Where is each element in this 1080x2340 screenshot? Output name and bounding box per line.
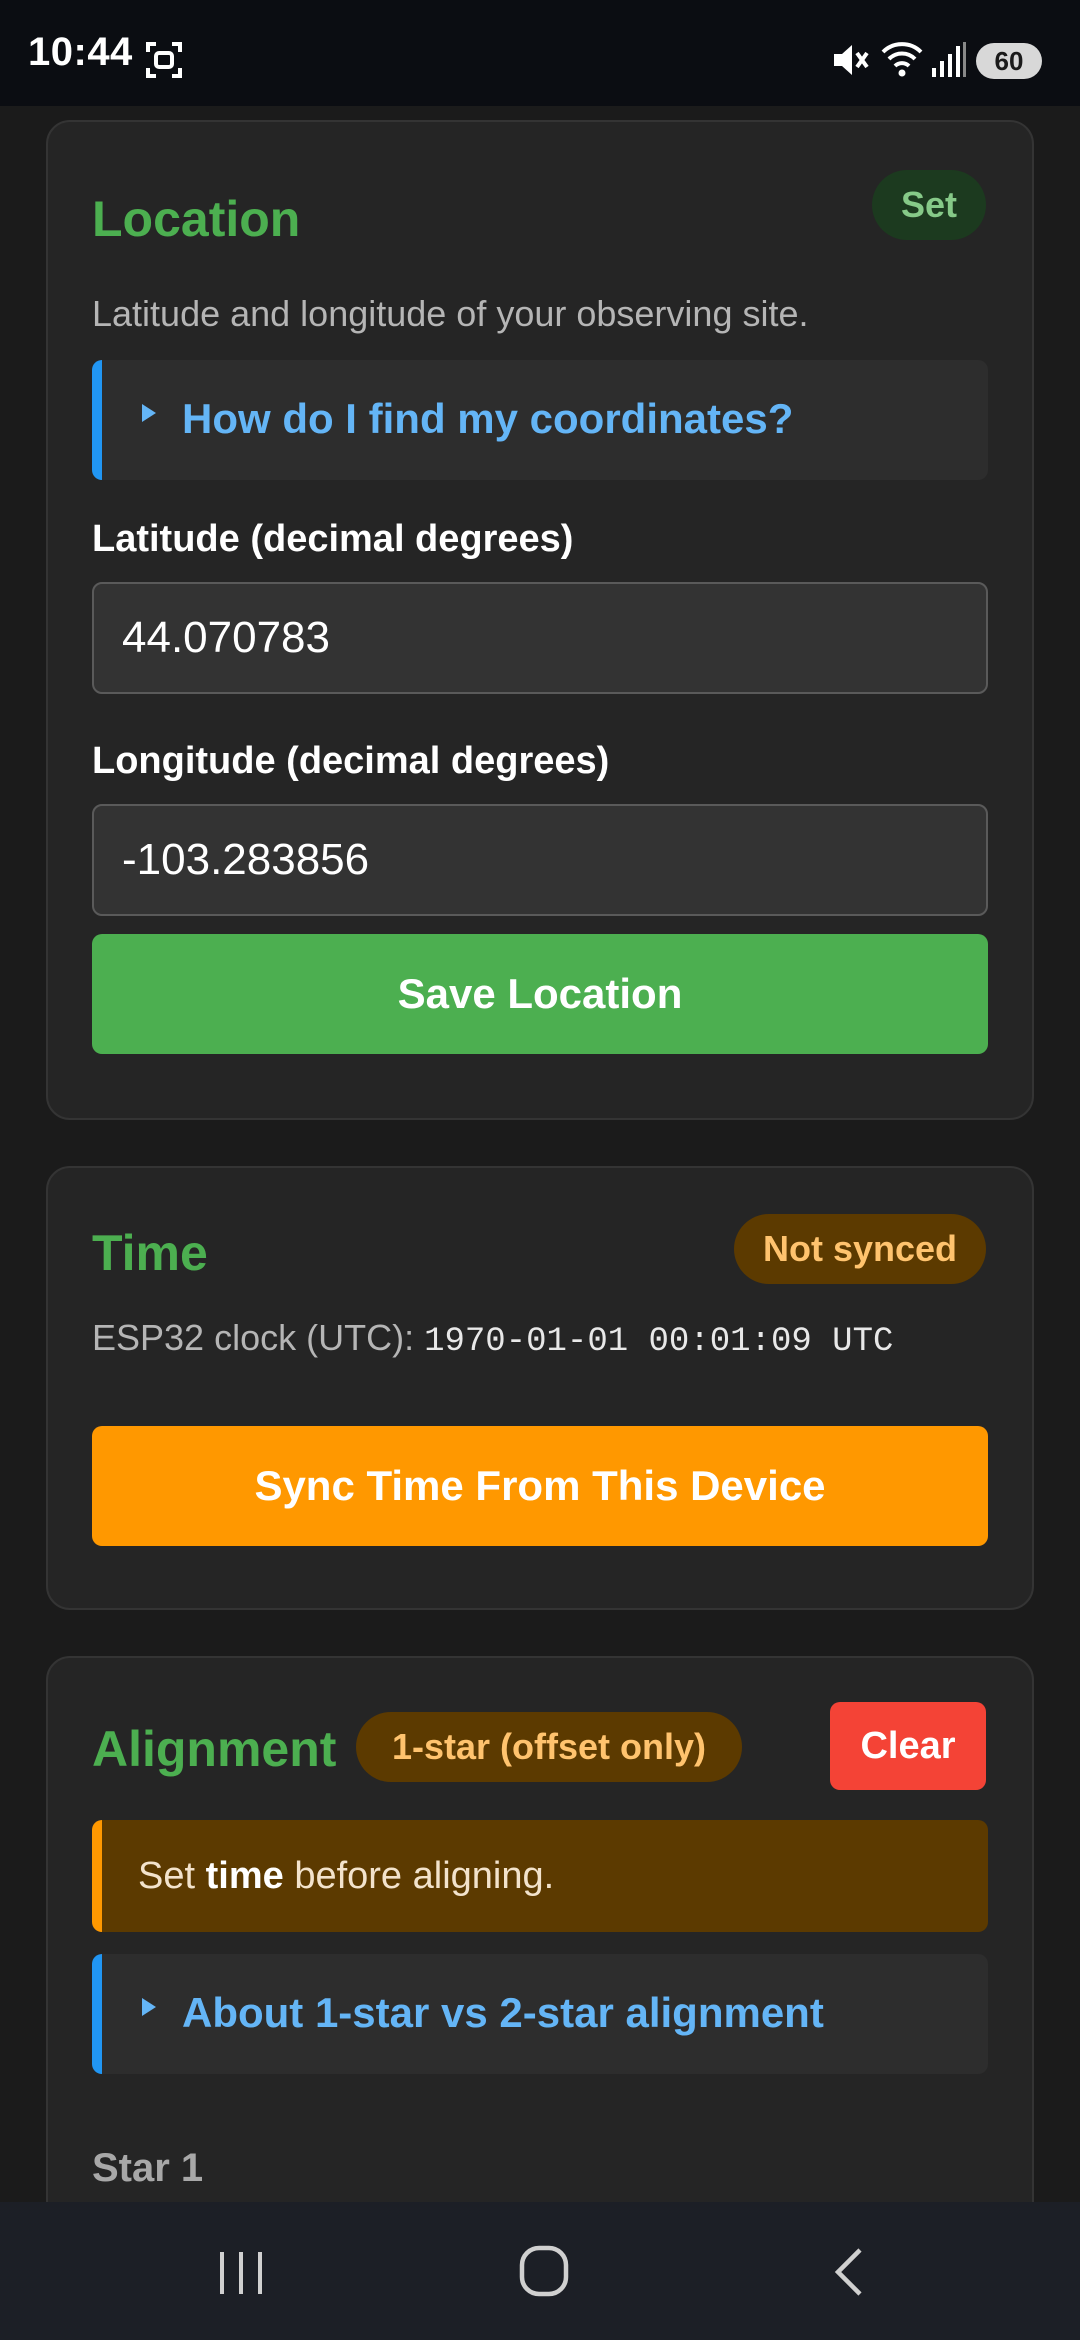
navigation-bar [0,2202,1080,2340]
location-status-badge: Set [872,170,986,240]
mute-icon [830,40,870,85]
time-status-badge: Not synced [734,1214,986,1284]
latitude-input[interactable] [92,582,988,694]
coordinates-help-toggle[interactable]: How do I find my coordinates? [92,360,988,480]
sync-time-button[interactable]: Sync Time From This Device [92,1426,988,1546]
warning-prefix: Set [138,1855,196,1897]
time-title: Time [92,1225,208,1281]
signal-icon [930,40,968,85]
location-title: Location [92,191,301,247]
clear-alignment-button[interactable]: Clear [830,1702,986,1790]
page-content[interactable]: Location Set Latitude and longitude of y… [0,106,1080,2202]
status-time: 10:44 [28,30,133,74]
save-location-button[interactable]: Save Location [92,934,988,1054]
status-bar: 10:44 60 [0,0,1080,106]
esp32-clock-value: 1970-01-01 00:01:09 UTC [424,1323,894,1361]
star1-label: Star 1 [92,2146,204,2190]
location-description: Latitude and longitude of your observing… [92,293,809,334]
alignment-title: Alignment [92,1721,337,1777]
disclosure-triangle-icon [142,1998,156,2016]
app-screen: 10:44 60 Location Set Latitude and longi… [0,0,1080,2340]
back-icon[interactable] [830,2246,870,2303]
latitude-label: Latitude (decimal degrees) [92,518,574,560]
wifi-icon [880,38,924,83]
esp32-clock-label: ESP32 clock (UTC): [92,1317,415,1358]
disclosure-triangle-icon [142,404,156,422]
alignment-mode-badge: 1-star (offset only) [356,1712,742,1782]
longitude-label: Longitude (decimal degrees) [92,740,610,782]
recent-apps-icon[interactable] [216,2248,268,2303]
alignment-card: Alignment 1-star (offset only) Clear Set… [46,1656,1034,2202]
home-icon[interactable] [518,2244,572,2303]
screenshot-icon [144,40,184,85]
alignment-help-summary: About 1-star vs 2-star alignment [182,1989,824,2036]
esp32-clock-line: ESP32 clock (UTC): 1970-01-01 00:01:09 U… [92,1317,894,1361]
warning-bold-word: time [205,1855,284,1897]
battery-icon: 60 [976,43,1042,79]
time-card: Time Not synced ESP32 clock (UTC): 1970-… [46,1166,1034,1610]
location-card: Location Set Latitude and longitude of y… [46,120,1034,1120]
warning-suffix: before aligning. [294,1855,555,1897]
alignment-help-toggle[interactable]: About 1-star vs 2-star alignment [92,1954,988,2074]
alignment-warning: Set time before aligning. [92,1820,988,1932]
longitude-input[interactable] [92,804,988,916]
coordinates-help-summary: How do I find my coordinates? [182,395,794,442]
